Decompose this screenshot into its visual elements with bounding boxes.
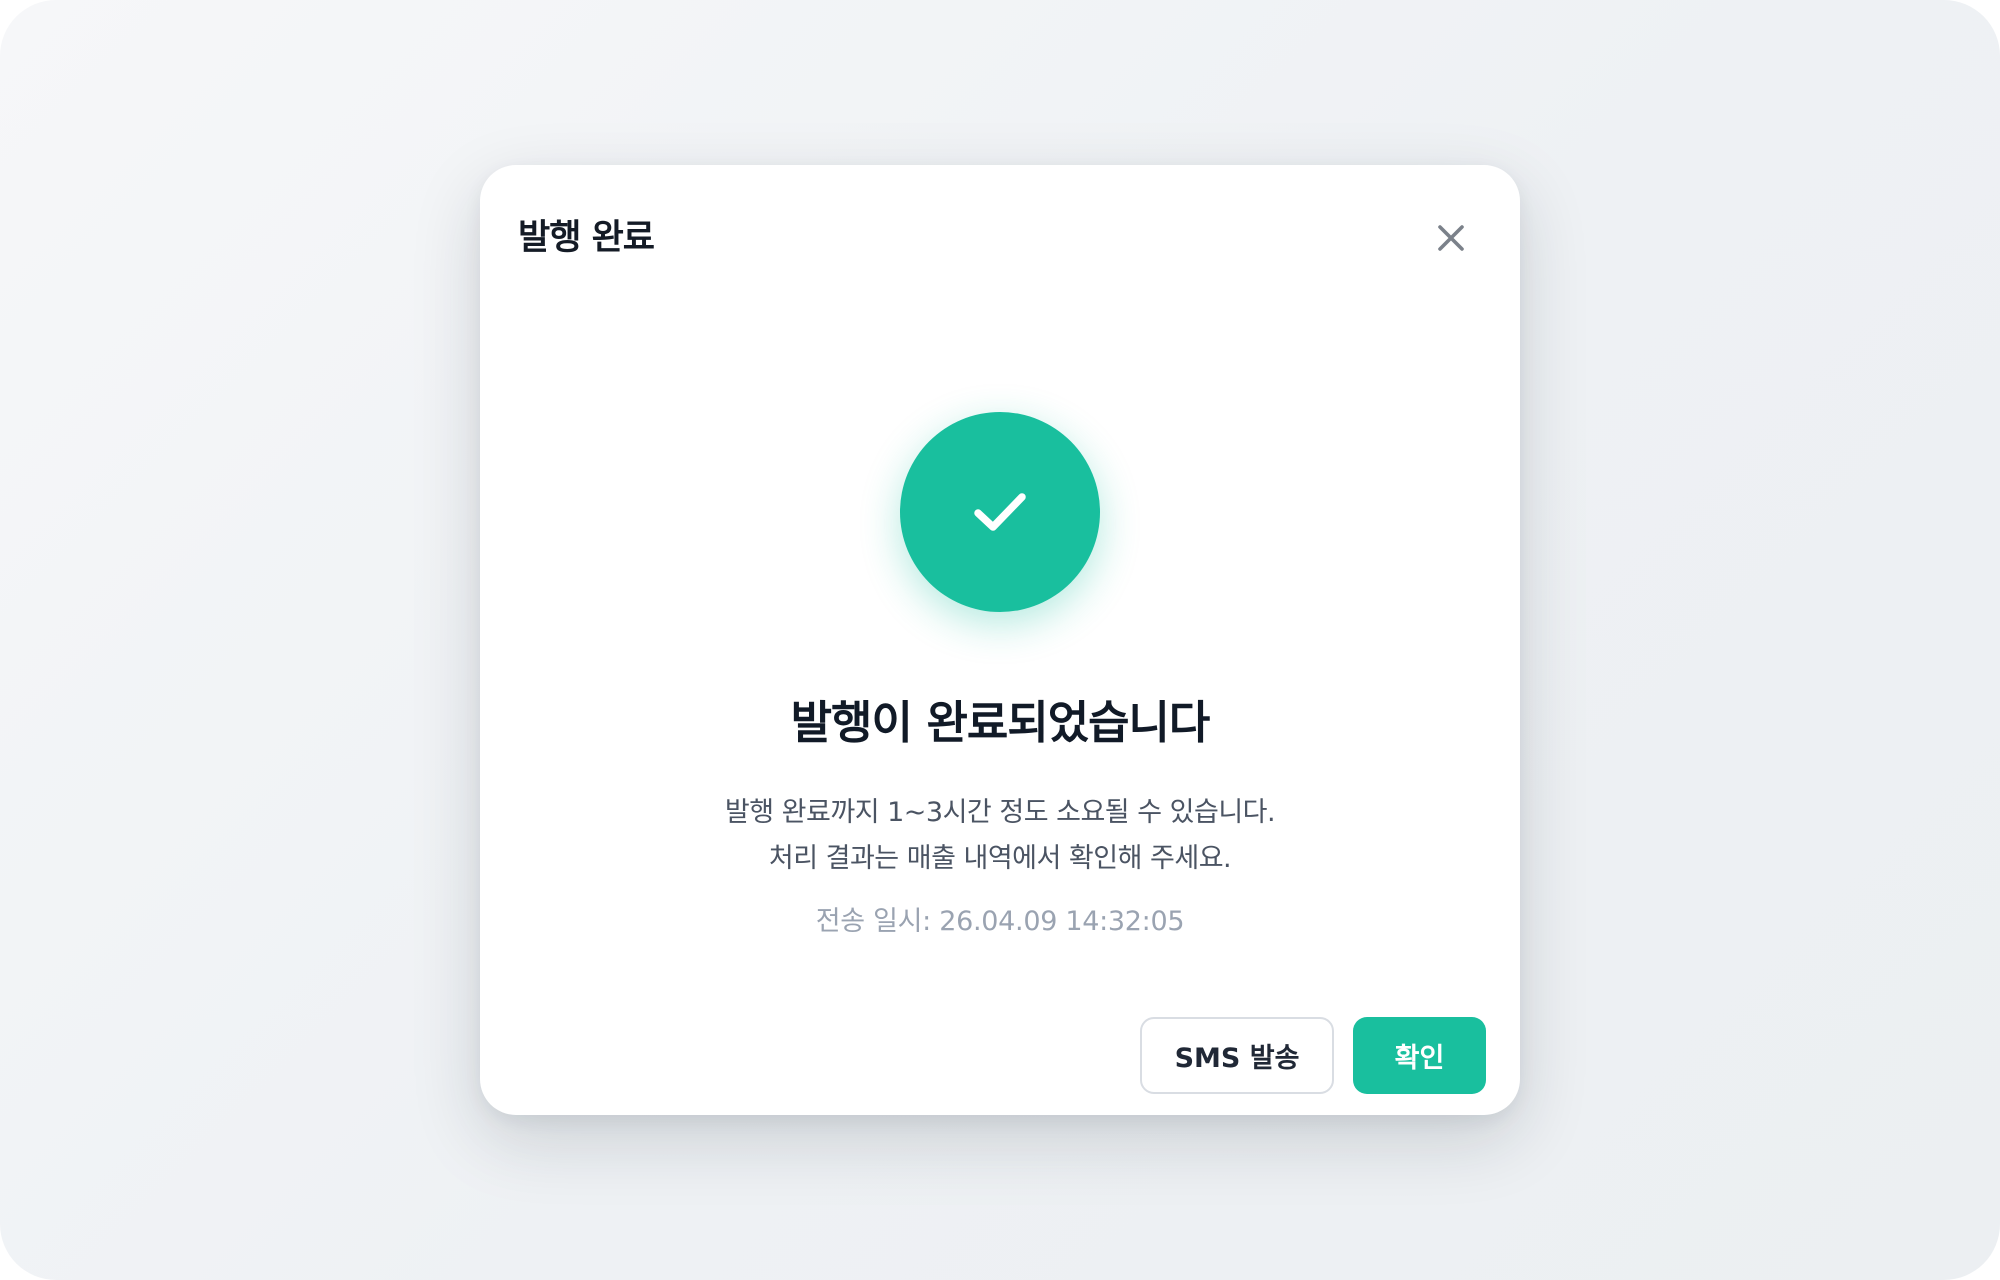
publish-complete-dialog: 발행 완료 발행이 완료되었습니다 발행 완료까지 1~3시간 정도 소요될 수… xyxy=(480,165,1520,1115)
description-line-1: 발행 완료까지 1~3시간 정도 소요될 수 있습니다. xyxy=(724,797,1276,828)
sms-send-button[interactable]: SMS 발송 xyxy=(1140,1017,1334,1094)
dialog-title: 발행 완료 xyxy=(518,218,655,258)
sent-timestamp: 전송 일시: 26.04.09 14:32:05 xyxy=(815,906,1185,937)
confirm-button[interactable]: 확인 xyxy=(1353,1017,1486,1094)
close-button[interactable] xyxy=(1425,212,1477,264)
close-icon xyxy=(1438,225,1464,251)
check-icon xyxy=(974,493,1026,531)
success-badge xyxy=(900,412,1100,612)
screen-background: 발행 완료 발행이 완료되었습니다 발행 완료까지 1~3시간 정도 소요될 수… xyxy=(0,0,2000,1280)
description-line-2: 처리 결과는 매출 내역에서 확인해 주세요. xyxy=(768,843,1232,874)
success-headline: 발행이 완료되었습니다 xyxy=(790,696,1211,749)
